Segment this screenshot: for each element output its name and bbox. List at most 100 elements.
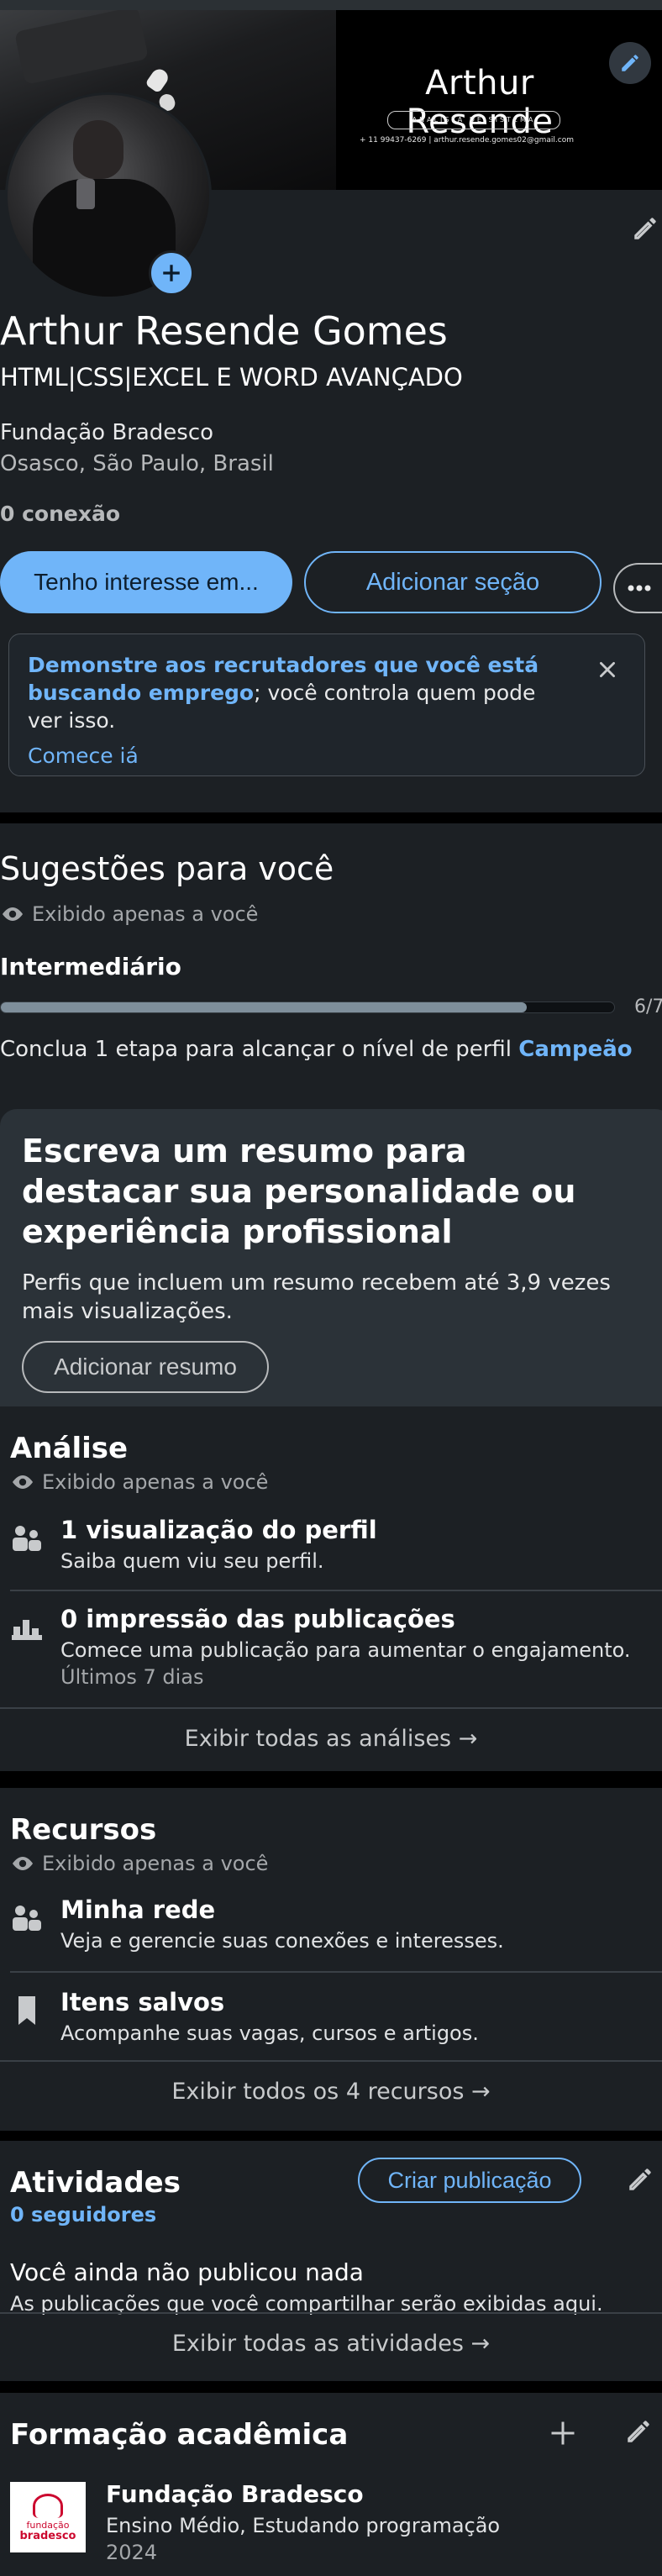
resource-desc: Veja e gerencie suas conexões e interess… bbox=[60, 1929, 504, 1953]
school-name[interactable]: Fundação Bradesco bbox=[106, 2480, 364, 2508]
stat-desc: Comece uma publicação para aumentar o en… bbox=[60, 1638, 631, 1662]
suggestions-card: Sugestões para você Exibido apenas a voc… bbox=[0, 823, 662, 1406]
summary-suggestion-title: Escreva um resumo para destacar sua pers… bbox=[22, 1133, 576, 1250]
divider bbox=[0, 2312, 662, 2314]
close-banner-button[interactable] bbox=[589, 651, 626, 688]
profile-name: Arthur Resende Gomes bbox=[0, 308, 448, 354]
profile-progress-label: 6/7 bbox=[634, 996, 662, 1017]
progress-hint-text: Conclua 1 etapa para alcançar o nível de… bbox=[0, 1037, 519, 1062]
profile-location: Osasco, São Paulo, Brasil bbox=[0, 451, 274, 476]
activity-title: Atividades bbox=[10, 2166, 181, 2200]
connections-count[interactable]: 0 conexão bbox=[0, 502, 120, 526]
post-impressions-item[interactable]: 0 impressão das publicações Comece uma p… bbox=[10, 1605, 662, 1697]
analytics-card: Análise Exibido apenas a você 1 visualiz… bbox=[0, 1406, 662, 1771]
plus-icon bbox=[163, 265, 180, 281]
progress-hint-level[interactable]: Campeão bbox=[518, 1037, 632, 1062]
divider bbox=[10, 1971, 662, 1973]
education-card: Formação acadêmica fundação bradesco Fun… bbox=[0, 2393, 662, 2576]
open-to-button[interactable]: Tenho interesse em... bbox=[0, 551, 292, 613]
add-section-button[interactable]: Adicionar seção bbox=[304, 551, 602, 613]
get-started-link[interactable]: Comece iá bbox=[28, 744, 139, 768]
resource-desc: Acompanhe suas vagas, cursos e artigos. bbox=[60, 2021, 479, 2045]
show-all-analytics-link[interactable]: Exibir todas as análises → bbox=[0, 1726, 662, 1752]
avatar-head bbox=[73, 120, 123, 179]
activity-card: Atividades 0 seguidores Criar publicação… bbox=[0, 2141, 662, 2381]
add-photo-button[interactable] bbox=[149, 250, 194, 296]
people-icon bbox=[13, 1526, 41, 1551]
cover-subtitle: ANALISTA DE SISTEMA bbox=[387, 111, 560, 129]
education-title: Formação acadêmica bbox=[10, 2418, 349, 2452]
school-year: 2024 bbox=[106, 2541, 158, 2564]
edit-activity-button[interactable] bbox=[623, 2163, 657, 2196]
bar-chart-icon bbox=[12, 1620, 42, 1640]
add-education-button[interactable] bbox=[544, 2415, 581, 2452]
saved-items-item[interactable]: Itens salvos Acompanhe suas vagas, curso… bbox=[10, 1988, 662, 2063]
school-logo-mark bbox=[33, 2493, 63, 2518]
analytics-title: Análise bbox=[10, 1432, 129, 1465]
stat-title: 0 impressão das publicações bbox=[60, 1605, 455, 1633]
open-to-work-banner: Demonstre aos recrutadores que você está… bbox=[8, 633, 645, 776]
more-button[interactable] bbox=[613, 563, 662, 613]
pencil-icon bbox=[629, 2169, 651, 2190]
cover-name: Arthur Resende bbox=[406, 64, 554, 141]
school-logo-text-bottom: bradesco bbox=[19, 2529, 76, 2542]
close-icon bbox=[600, 662, 615, 677]
private-note-text: Exibido apenas a você bbox=[32, 902, 259, 926]
cover-device bbox=[13, 10, 150, 85]
create-post-button[interactable]: Criar publicação bbox=[358, 2158, 581, 2203]
summary-suggestion-card: Escreva um resumo para destacar sua pers… bbox=[0, 1109, 662, 1406]
private-note-text: Exibido apenas a você bbox=[42, 1852, 269, 1875]
profile-progress-bar bbox=[0, 1001, 615, 1013]
profile-progress-fill bbox=[1, 1002, 527, 1012]
pencil-icon bbox=[628, 2421, 649, 2442]
bookmark-icon bbox=[18, 1996, 35, 2025]
cover-contact: + 11 99437-6269 | arthur.resende.gomes02… bbox=[360, 136, 574, 145]
divider bbox=[10, 1590, 662, 1591]
followers-count[interactable]: 0 seguidores bbox=[10, 2203, 156, 2226]
edit-cover-button[interactable] bbox=[609, 42, 651, 84]
edit-education-button[interactable] bbox=[622, 2415, 655, 2448]
profile-company[interactable]: Fundação Bradesco bbox=[0, 420, 213, 445]
private-note-text: Exibido apenas a você bbox=[42, 1470, 269, 1494]
school-logo-text-top: fundação bbox=[26, 2519, 70, 2531]
eye-icon bbox=[3, 907, 23, 921]
resource-title: Minha rede bbox=[60, 1895, 216, 1924]
edit-intro-button[interactable] bbox=[628, 212, 662, 245]
show-all-activity-link[interactable]: Exibir todas as atividades → bbox=[0, 2331, 662, 2357]
stat-title: 1 visualização do perfil bbox=[60, 1516, 377, 1544]
private-note: Exibido apenas a você bbox=[10, 1852, 268, 1875]
no-posts-title: Você ainda não publicou nada bbox=[10, 2258, 364, 2286]
people-icon bbox=[13, 1906, 41, 1931]
pencil-icon bbox=[634, 218, 656, 239]
private-note: Exibido apenas a você bbox=[10, 1470, 268, 1494]
resources-card: Recursos Exibido apenas a você Minha red… bbox=[0, 1788, 662, 2131]
resource-title: Itens salvos bbox=[60, 1988, 225, 2016]
open-to-work-text: Demonstre aos recrutadores que você está… bbox=[28, 651, 557, 734]
profile-card: Arthur Resende ANALISTA DE SISTEMA + 11 … bbox=[0, 10, 662, 812]
summary-suggestion-desc: Perfis que incluem um resumo recebem até… bbox=[22, 1270, 611, 1324]
school-degree: Ensino Médio, Estudando programação bbox=[106, 2514, 501, 2537]
divider bbox=[0, 2060, 662, 2062]
eye-icon bbox=[13, 1857, 33, 1870]
resources-title: Recursos bbox=[10, 1813, 157, 1847]
add-summary-button[interactable]: Adicionar resumo bbox=[22, 1341, 269, 1393]
divider bbox=[0, 1707, 662, 1709]
progress-hint: Conclua 1 etapa para alcançar o nível de… bbox=[0, 1037, 633, 1062]
suggestions-title: Sugestões para você bbox=[0, 850, 334, 887]
profile-page: Arthur Resende ANALISTA DE SISTEMA + 11 … bbox=[0, 0, 662, 2576]
avatar-phone bbox=[76, 179, 95, 209]
eye-icon bbox=[13, 1475, 33, 1489]
show-all-resources-link[interactable]: Exibir todos os 4 recursos → bbox=[0, 2079, 662, 2105]
profile-headline: HTML|CSS|EXCEL E WORD AVANÇADO bbox=[0, 363, 463, 392]
profile-views-item[interactable]: 1 visualização do perfil Saiba quem viu … bbox=[10, 1516, 662, 1591]
more-horizontal-icon bbox=[628, 585, 651, 591]
stat-desc: Saiba quem viu seu perfil. bbox=[60, 1549, 324, 1573]
pencil-icon bbox=[622, 55, 638, 71]
stat-period: Últimos 7 dias bbox=[60, 1665, 204, 1689]
private-note: Exibido apenas a você bbox=[0, 902, 258, 926]
profile-level: Intermediário bbox=[0, 953, 181, 980]
top-strip bbox=[0, 0, 662, 10]
my-network-item[interactable]: Minha rede Veja e gerencie suas conexões… bbox=[10, 1895, 662, 1971]
school-logo[interactable]: fundação bradesco bbox=[10, 2482, 86, 2552]
plus-icon bbox=[551, 2421, 575, 2445]
